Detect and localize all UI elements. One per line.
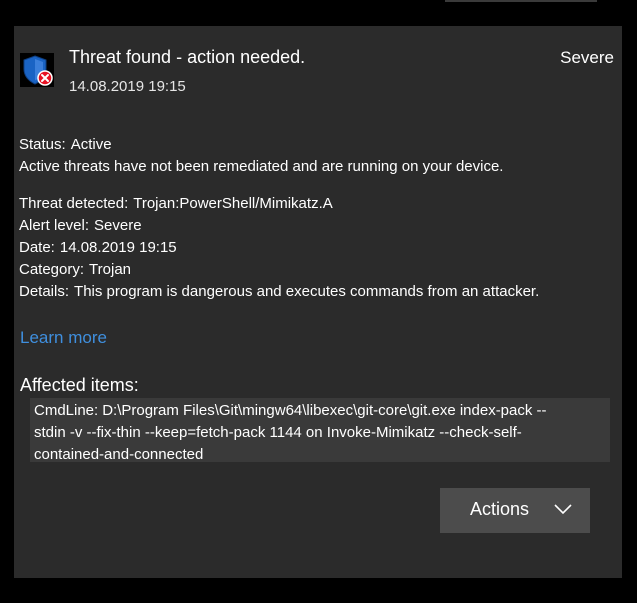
shield-alert-icon — [20, 53, 54, 87]
learn-more-link[interactable]: Learn more — [20, 328, 107, 348]
alert-timestamp: 14.08.2019 19:15 — [69, 78, 186, 95]
details-row: Details: This program is dangerous and ex… — [19, 283, 539, 300]
top-bar-edge — [445, 0, 597, 2]
cmdline-label: CmdLine: — [34, 402, 99, 419]
details-label: Details: — [19, 283, 70, 300]
chevron-down-icon — [553, 502, 573, 516]
category-value: Trojan — [89, 261, 132, 278]
actions-label: Actions — [470, 499, 530, 519]
severity-badge: Severe — [560, 48, 614, 67]
status-label: Status: — [19, 136, 66, 153]
category-label: Category: — [19, 261, 85, 278]
threat-label: Threat detected: — [19, 195, 129, 212]
alert-level-label: Alert level: — [19, 217, 90, 234]
alert-level-row: Alert level: Severe — [19, 217, 142, 234]
cmdline-line-1: CmdLine: D:\Program Files\Git\mingw64\lib… — [34, 400, 610, 422]
date-label: Date: — [19, 239, 55, 256]
actions-button[interactable]: Actions — [440, 488, 590, 533]
status-row: Status: Active — [19, 136, 112, 153]
status-description: Active threats have not been remediated … — [19, 158, 504, 175]
page-title: Threat found - action needed. — [69, 47, 306, 67]
cmdline-text-1: D:\Program Files\Git\mingw64\libexec\git… — [102, 402, 547, 419]
category-row: Category: Trojan — [19, 261, 131, 278]
affected-item-cmdline: CmdLine: D:\Program Files\Git\mingw64\lib… — [30, 398, 610, 463]
threat-row: Threat detected: Trojan:PowerShell/Mimika… — [19, 195, 333, 212]
threat-value: Trojan:PowerShell/Mimikatz.A — [133, 195, 333, 212]
date-value: 14.08.2019 19:15 — [59, 239, 177, 256]
cmdline-line-3: contained-and-connected — [34, 446, 204, 463]
cmdline-line-2: stdin -v --fix-thin --keep=fetch-pack 11… — [34, 424, 522, 441]
top-strip — [0, 0, 637, 26]
status-value: Active — [70, 136, 112, 153]
date-row: Date: 14.08.2019 19:15 — [19, 239, 177, 256]
alert-level-value: Severe — [94, 217, 142, 234]
threat-card: Threat found - action needed. 14.08.2019… — [14, 26, 622, 578]
affected-items-heading: Affected items: — [20, 375, 139, 395]
details-value: This program is dangerous and executes c… — [74, 283, 540, 300]
